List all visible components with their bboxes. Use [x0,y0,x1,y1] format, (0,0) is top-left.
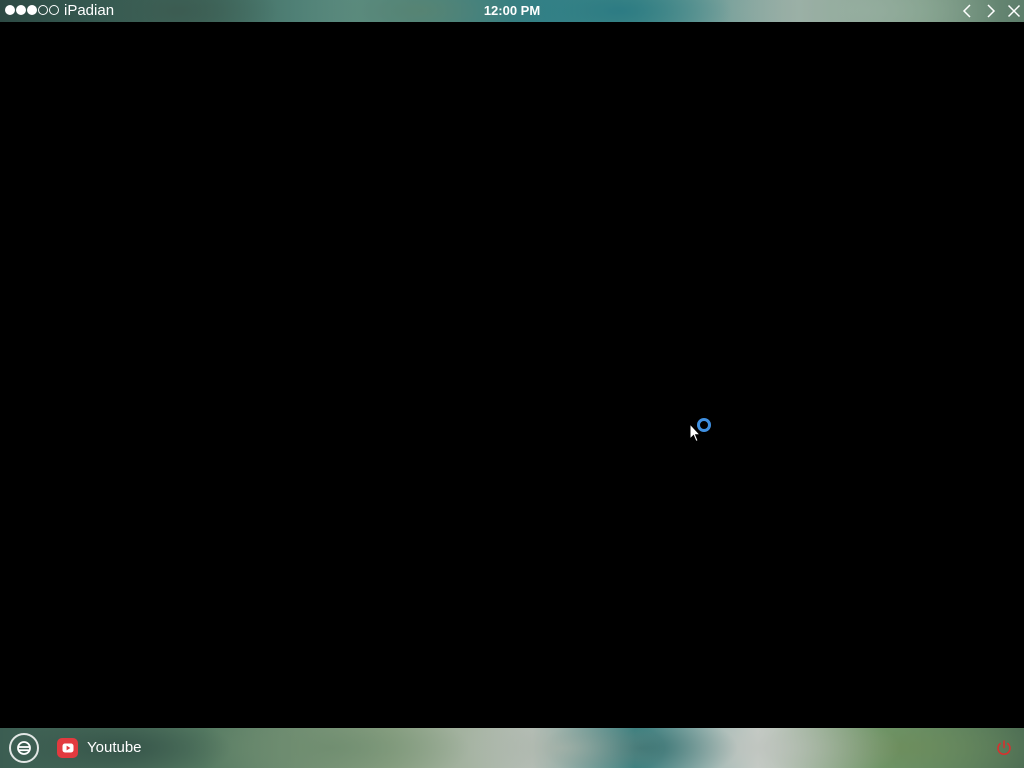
chevron-right-icon [987,4,996,18]
power-icon [997,740,1011,755]
taskbar-item-label: Youtube [87,739,142,756]
dock-taskbar: Youtube [0,728,1024,768]
browser-icon [17,741,31,755]
signal-dot [38,5,48,15]
signal-dot [5,5,15,15]
signal-strength-indicator [5,5,59,15]
back-button[interactable] [958,2,976,20]
status-bar: iPadian 12:00 PM [0,0,1024,22]
close-icon [1007,4,1021,18]
taskbar-item-youtube[interactable]: Youtube [57,737,142,759]
chevron-left-icon [962,4,971,18]
status-clock: 12:00 PM [483,3,541,18]
signal-dot [27,5,37,15]
app-name: iPadian [64,2,115,19]
app-content-area[interactable] [0,22,1024,728]
mouse-cursor-icon [689,423,701,443]
power-button[interactable] [995,739,1013,757]
youtube-icon [57,738,78,758]
close-button[interactable] [1005,2,1023,20]
browser-button[interactable] [9,733,39,763]
signal-dot [49,5,59,15]
signal-dot [16,5,26,15]
forward-button[interactable] [982,2,1000,20]
